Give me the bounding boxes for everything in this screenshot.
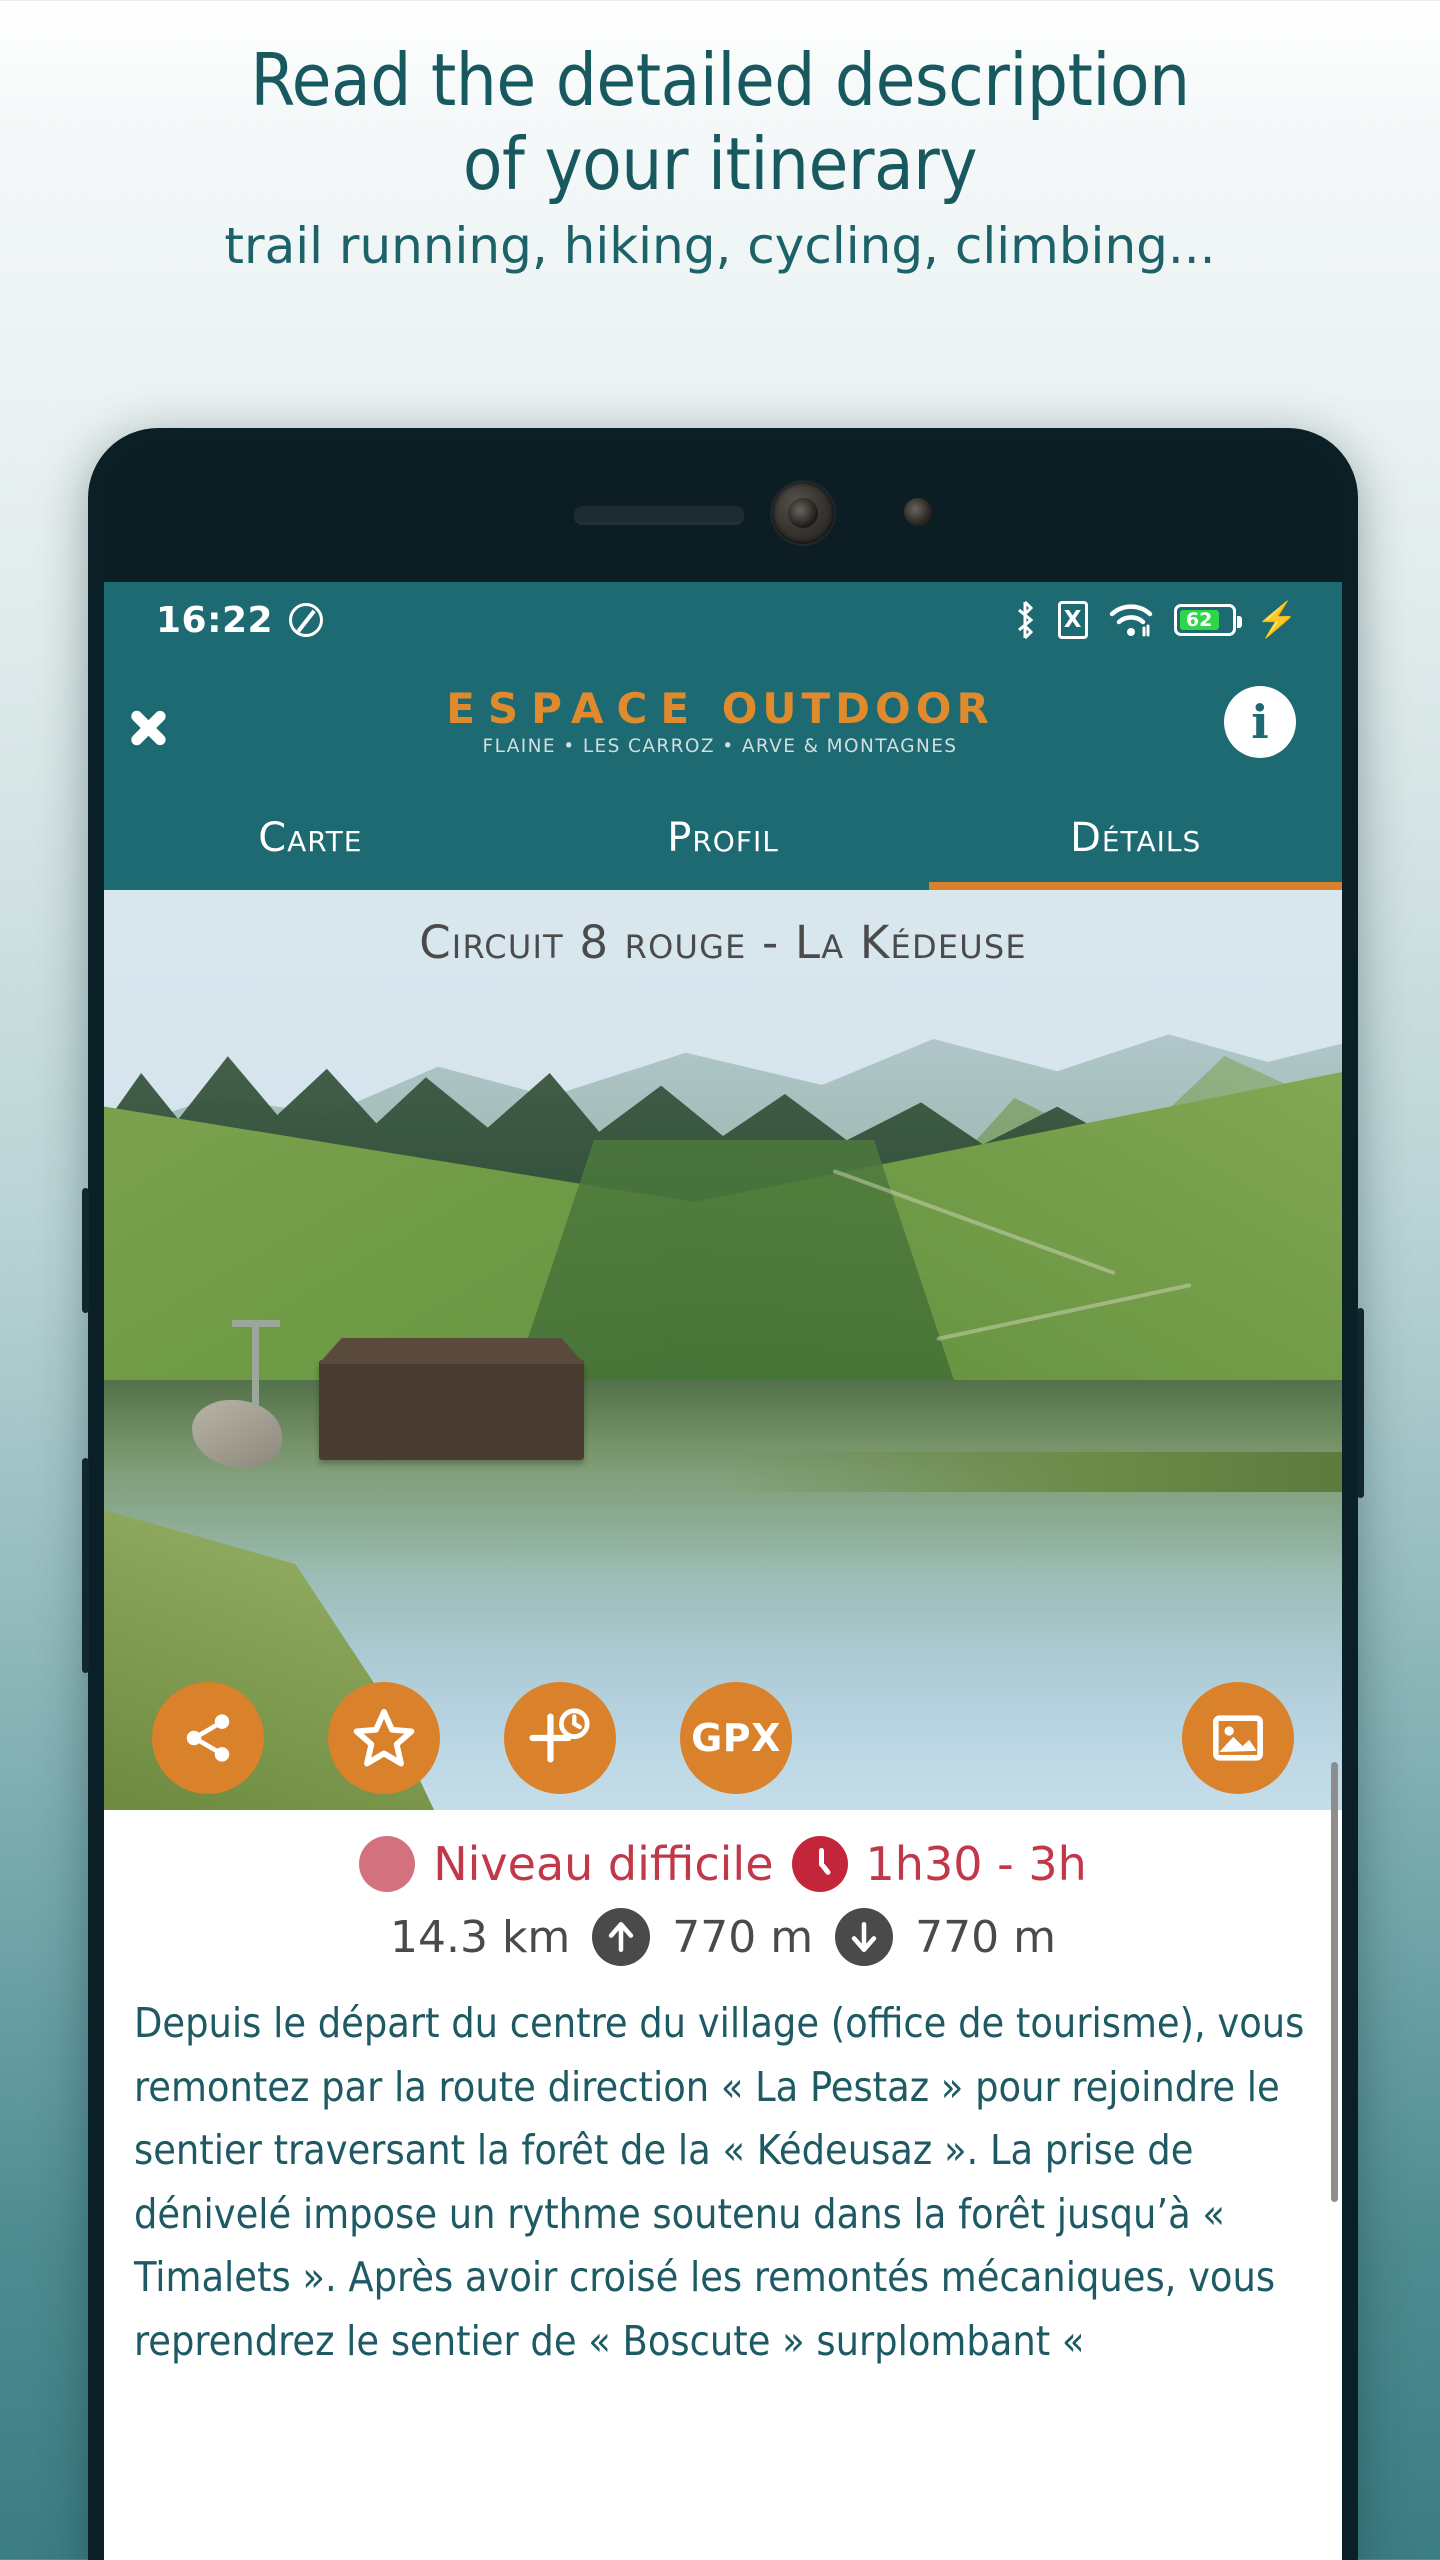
hero-title-band: Circuit 8 rouge - La Kédeuse [104, 890, 1342, 995]
app-logo-main: ESPACE OUTDOOR [216, 683, 1224, 733]
star-icon [353, 1708, 415, 1767]
image-icon [1213, 1715, 1263, 1761]
phone-mockup: 16:22 X 62 ⚡ ESPACE OUTDOOR FLAINE • LES… [82, 428, 1364, 2560]
ascent-value: 770 m [672, 1911, 814, 1963]
status-bar: 16:22 X 62 ⚡ [104, 582, 1342, 658]
far-shore [722, 1452, 1342, 1492]
favorite-button[interactable] [328, 1682, 440, 1794]
info-button[interactable]: i [1224, 686, 1296, 758]
phone-side-button-top [82, 1188, 89, 1313]
descent-arrow-icon [835, 1908, 894, 1966]
wifi-icon [1109, 604, 1152, 637]
clock-icon [791, 1836, 848, 1892]
add-schedule-button[interactable] [504, 1682, 616, 1794]
info-icon: i [1251, 695, 1269, 749]
do-not-disturb-icon [289, 603, 324, 637]
scrollbar[interactable] [1331, 1762, 1338, 2202]
distance-value: 14.3 km [390, 1911, 571, 1963]
front-camera-icon [772, 482, 834, 544]
gpx-label: GPX [691, 1716, 781, 1760]
charging-bolt-icon: ⚡ [1255, 601, 1298, 639]
promo-headline: Read the detailed description of your it… [0, 38, 1440, 206]
arrow-down-icon [851, 1921, 877, 1953]
promo-headline-line2: of your itinerary [462, 122, 978, 207]
sensor-icon [904, 498, 932, 526]
difficulty-dot-icon [359, 1836, 416, 1892]
tab-profil[interactable]: Profil [517, 786, 930, 890]
route-title: Circuit 8 rouge - La Kédeuse [419, 916, 1027, 969]
details-section: Niveau difficile 1h30 - 3h 14.3 km 770 m [104, 1810, 1342, 2374]
app-bar: 16:22 X 62 ⚡ ESPACE OUTDOOR FLAINE • LES… [104, 582, 1342, 890]
action-button-bar: GPX [104, 1682, 1342, 1794]
arrow-up-icon [609, 1921, 634, 1953]
phone-notch [104, 444, 1342, 582]
route-description: Depuis le départ du centre du village (o… [134, 1999, 1305, 2365]
app-logo-outdoor: OUTDOOR [721, 683, 994, 733]
app-logo-espace-e: E [660, 683, 703, 733]
app-header-row: ESPACE OUTDOOR FLAINE • LES CARROZ • ARV… [104, 658, 1342, 786]
mountain-chalet [319, 1360, 584, 1460]
stats-row: 14.3 km 770 m 770 m [104, 1908, 1342, 1966]
tab-details[interactable]: Détails [929, 786, 1342, 890]
app-logo-subtitle: FLAINE • LES CARROZ • ARVE & MONTAGNES [482, 736, 958, 758]
promo-header: Read the detailed description of your it… [0, 0, 1440, 276]
status-time: 16:22 [156, 599, 274, 641]
phone-power-button [1357, 1308, 1364, 1498]
sim-x-label: X [1063, 607, 1082, 633]
phone-screen: 16:22 X 62 ⚡ ESPACE OUTDOOR FLAINE • LES… [104, 582, 1342, 2560]
share-icon [186, 1714, 230, 1762]
plus-clock-icon [529, 1708, 590, 1763]
share-button[interactable] [152, 1682, 264, 1794]
promo-headline-line1: Read the detailed description [250, 38, 1190, 122]
app-logo: ESPACE OUTDOOR FLAINE • LES CARROZ • ARV… [216, 683, 1224, 758]
difficulty-row: Niveau difficile 1h30 - 3h [104, 1836, 1342, 1892]
app-logo-espace: ESPAC [446, 683, 661, 733]
duration-label: 1h30 - 3h [865, 1837, 1087, 1891]
back-chevron-icon[interactable] [150, 689, 216, 755]
earpiece-speaker [574, 506, 744, 522]
difficulty-label: Niveau difficile [433, 1837, 774, 1891]
battery-level: 62 [1179, 610, 1219, 630]
phone-side-button-bottom [82, 1458, 89, 1673]
gallery-button[interactable] [1182, 1682, 1294, 1794]
sim-card-icon: X [1057, 601, 1088, 639]
battery-icon: 62 [1173, 604, 1242, 636]
promo-subheadline: trail running, hiking, cycling, climbing… [224, 217, 1216, 276]
tab-carte[interactable]: Carte [104, 786, 517, 890]
ascent-arrow-icon [592, 1908, 651, 1966]
hero-image: Circuit 8 rouge - La Kédeuse GPX [104, 890, 1342, 1810]
tab-bar: Carte Profil Détails [104, 786, 1342, 890]
bluetooth-icon [1017, 600, 1033, 640]
gpx-button[interactable]: GPX [680, 1682, 792, 1794]
descent-value: 770 m [915, 1911, 1056, 1963]
